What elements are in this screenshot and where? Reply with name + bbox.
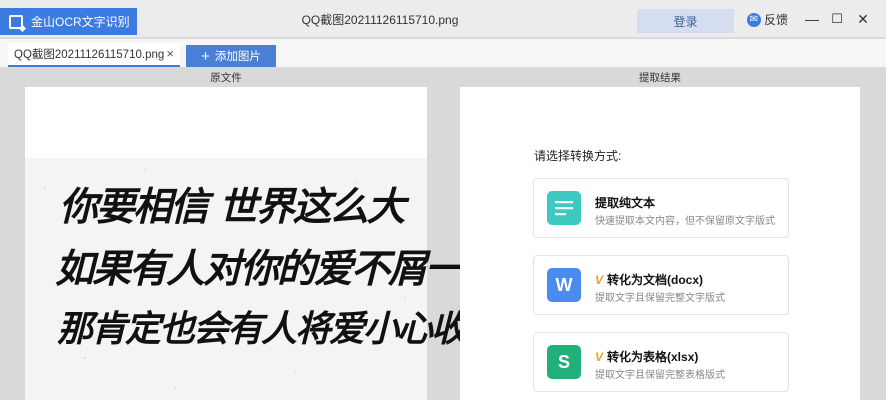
plus-icon: + — [201, 47, 210, 65]
vip-icon: V — [595, 272, 604, 287]
option-desc: 提取文字且保留完整表格版式 — [595, 370, 725, 381]
add-image-button[interactable]: + 添加图片 — [186, 45, 276, 67]
tab-close-icon[interactable]: × — [166, 46, 174, 61]
title-bar: 金山OCR文字识别 QQ截图20211126115710.png 登录 ✉ 反馈… — [0, 0, 886, 38]
vip-icon: V — [595, 349, 604, 364]
login-button[interactable]: 登录 — [637, 9, 734, 33]
result-panel: 请选择转换方式: 提取纯文本 快速提取本文内容，但不保留原文字版式 W V 转化为… — [460, 87, 860, 400]
word-doc-icon: W — [547, 268, 581, 302]
feedback-icon: ✉ — [747, 12, 761, 27]
close-button[interactable]: ✕ — [852, 11, 874, 28]
source-panel-header: 原文件 — [210, 72, 242, 84]
option-plain-text[interactable]: 提取纯文本 快速提取本文内容，但不保留原文字版式 — [533, 178, 789, 238]
option-docx[interactable]: W V 转化为文档(docx) 提取文字且保留完整文字版式 — [533, 255, 789, 315]
maximize-button[interactable]: ☐ — [826, 11, 848, 27]
text-lines-icon — [547, 191, 581, 225]
option-title: V 转化为表格(xlsx) — [595, 349, 699, 365]
option-xlsx[interactable]: S V 转化为表格(xlsx) 提取文字且保留完整表格版式 — [533, 332, 789, 392]
tab-file-label: QQ截图20211126115710.png — [14, 49, 165, 61]
sheet-doc-icon: S — [547, 345, 581, 379]
minimize-button[interactable]: — — [801, 11, 823, 27]
source-image-panel: 你要相信 世界这么大 如果有人对你的爱不屑一顾 那肯定也会有人将爱小心收藏 — [25, 87, 501, 400]
ocr-logo-icon — [9, 14, 23, 29]
add-image-label: 添加图片 — [214, 51, 261, 63]
tab-file[interactable]: QQ截图20211126115710.png × — [8, 43, 180, 67]
option-desc: 提取文字且保留完整文字版式 — [595, 293, 725, 304]
feedback-button[interactable]: ✉ 反馈 — [747, 11, 788, 28]
result-panel-header: 提取结果 — [639, 72, 681, 84]
handwriting-line: 如果有人对你的爱不屑一顾 — [55, 246, 501, 292]
option-title: 提取纯文本 — [595, 196, 656, 210]
handwriting-line: 那肯定也会有人将爱小心收藏 — [57, 308, 501, 350]
window-title: QQ截图20211126115710.png — [301, 13, 459, 27]
handwriting-line: 你要相信 世界这么大 — [59, 184, 406, 230]
app-name: 金山OCR文字识别 — [31, 15, 130, 29]
option-desc: 快速提取本文内容，但不保留原文字版式 — [595, 216, 775, 227]
conversion-prompt: 请选择转换方式: — [534, 149, 622, 163]
feedback-label: 反馈 — [764, 13, 789, 27]
option-title: V 转化为文档(docx) — [595, 272, 704, 288]
app-badge: 金山OCR文字识别 — [0, 8, 137, 35]
tab-bar: QQ截图20211126115710.png × + 添加图片 — [0, 39, 886, 67]
handwriting-image: 你要相信 世界这么大 如果有人对你的爱不屑一顾 那肯定也会有人将爱小心收藏 — [25, 158, 501, 400]
